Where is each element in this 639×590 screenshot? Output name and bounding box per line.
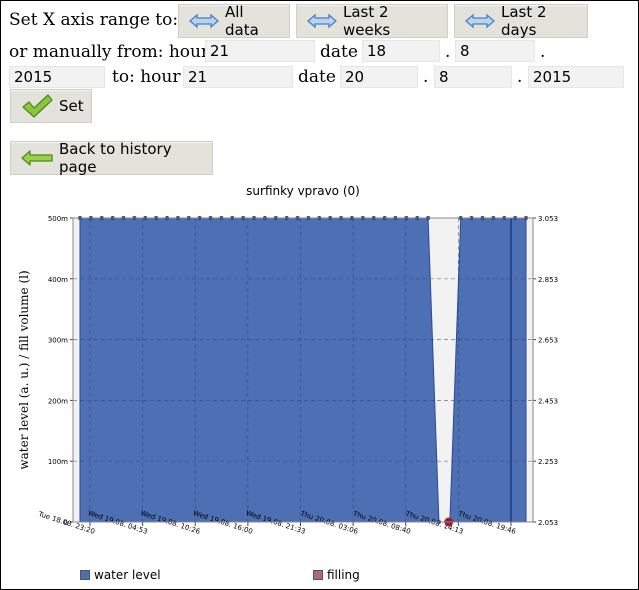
set-button[interactable]: Set [10, 89, 92, 123]
y-tick-label: 200m [48, 397, 68, 405]
chart-svg: surfinky vpravo (0)0 2.053100m 2.253200m 2.… [17, 184, 558, 536]
double-arrow-icon [465, 13, 495, 29]
back-label: Back to history page [59, 140, 172, 176]
y-tick-label: 400m [48, 276, 68, 284]
from-date-label: date [320, 42, 358, 62]
to-day-input[interactable] [340, 66, 418, 88]
y2-tick-label: 2.453 [538, 397, 558, 405]
y2-tick-label: 2.053 [538, 519, 558, 527]
date-separator: . [445, 42, 451, 62]
legend-swatch [80, 570, 90, 580]
last-2-days-button[interactable]: Last 2 days [454, 3, 588, 39]
range-label: Set X axis range to: [9, 10, 179, 30]
legend-label: water level [94, 568, 161, 582]
date-separator: . [517, 67, 523, 87]
y-tick-label: 500m [48, 215, 68, 223]
chart-title: surfinky vpravo (0) [246, 184, 360, 198]
to-hour-input[interactable] [183, 66, 293, 88]
from-day-input[interactable] [362, 40, 440, 62]
water-level-area [79, 217, 527, 523]
legend-item-water-level: water level [80, 568, 161, 582]
all-data-label: All data [225, 3, 259, 39]
from-month-input[interactable] [455, 40, 535, 62]
back-to-history-button[interactable]: Back to history page [10, 140, 213, 176]
date-separator: . [540, 42, 546, 62]
from-hour-label: or manually from: hour [9, 42, 210, 62]
y-tick-label: 300m [48, 337, 68, 345]
set-label: Set [59, 97, 84, 115]
y2-tick-label: 3.053 [538, 215, 558, 223]
to-date-label: date [298, 67, 336, 87]
y-tick-label: 100m [48, 458, 68, 466]
chart: surfinky vpravo (0) 0 2.053 100m 2.253 200m 2.… [0, 180, 639, 590]
left-arrow-icon [21, 150, 53, 166]
to-year-input[interactable] [528, 66, 624, 88]
y2-tick-label: 2.253 [538, 458, 558, 466]
to-month-input[interactable] [434, 66, 512, 88]
last-2-weeks-label: Last 2 weeks [343, 3, 391, 39]
y-axis-label: water level (a. u.) / fill volume (l) [17, 270, 31, 469]
double-arrow-icon [189, 13, 219, 29]
date-separator: . [423, 67, 429, 87]
last-2-weeks-button[interactable]: Last 2 weeks [296, 3, 448, 39]
y2-tick-label: 2.653 [538, 337, 558, 345]
double-arrow-icon [307, 13, 337, 29]
to-hour-label: to: hour [112, 67, 181, 87]
from-hour-input[interactable] [205, 40, 315, 62]
last-2-days-label: Last 2 days [501, 3, 547, 39]
all-data-button[interactable]: All data [178, 3, 290, 39]
legend-item-filling: filling [313, 568, 360, 582]
y2-tick-label: 2.853 [538, 276, 558, 284]
legend-label: filling [327, 568, 360, 582]
checkmark-icon [21, 94, 53, 118]
from-year-input[interactable] [9, 66, 105, 88]
legend-swatch [313, 570, 323, 580]
